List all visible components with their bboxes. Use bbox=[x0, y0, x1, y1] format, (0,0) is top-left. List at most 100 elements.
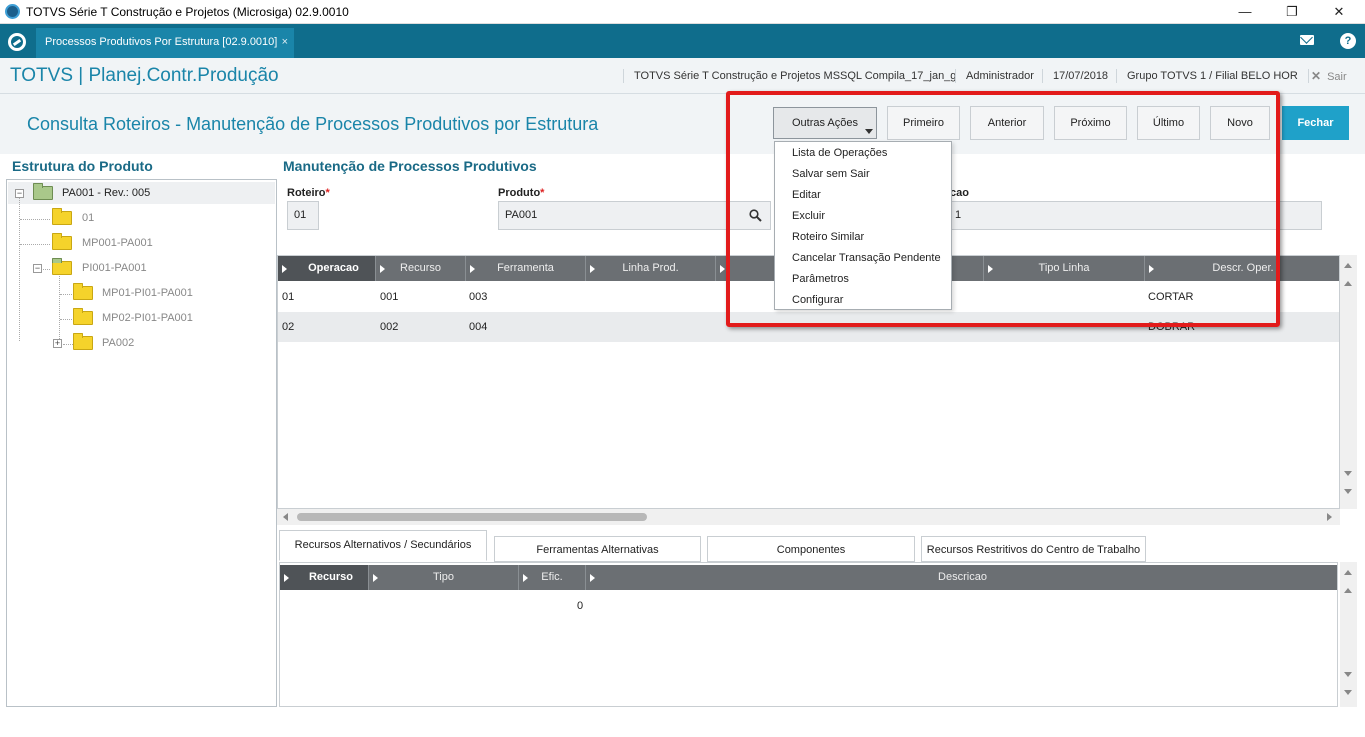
col-linha-prod[interactable]: Linha Prod. bbox=[586, 256, 716, 281]
restore-button[interactable]: ❐ bbox=[1272, 2, 1312, 22]
tree-node-label: PA001 - Rev.: 005 bbox=[62, 187, 151, 199]
tab-strip: Processos Produtivos Por Estrutura [02.9… bbox=[0, 24, 1365, 58]
col-label: Descricao bbox=[938, 571, 987, 583]
fechar-button[interactable]: Fechar bbox=[1282, 106, 1349, 140]
col-recurso[interactable]: Recurso bbox=[376, 256, 466, 281]
scroll-down-icon[interactable] bbox=[1344, 672, 1352, 677]
module-header: TOTVS | Planej.Contr.Produção TOTVS Séri… bbox=[0, 58, 1365, 94]
col-descricao[interactable]: Descricao bbox=[586, 565, 1337, 590]
date-info: 17/07/2018 bbox=[1042, 69, 1118, 83]
tree-title: Estrutura do Produto bbox=[12, 158, 153, 174]
produto-label-text: Produto bbox=[498, 187, 541, 199]
tree-node-label: MP02-PI01-PA001 bbox=[102, 312, 193, 324]
col-operacao[interactable]: Operacao bbox=[278, 256, 376, 281]
tree-collapse-toggle[interactable]: − bbox=[33, 264, 42, 273]
minimize-button[interactable]: — bbox=[1225, 2, 1265, 22]
module-name: TOTVS | Planej.Contr.Produção bbox=[10, 65, 279, 86]
maint-title: Manutenção de Processos Produtivos bbox=[283, 158, 537, 174]
col-label: Operacao bbox=[308, 262, 359, 274]
scroll-top-icon[interactable] bbox=[1344, 570, 1352, 575]
roteiro-label: Roteiro* bbox=[287, 187, 330, 199]
alt-resources-grid[interactable]: Recurso Tipo Efic. Descricao 0 bbox=[279, 562, 1338, 707]
cell-operacao: 01 bbox=[282, 291, 295, 303]
tree-node[interactable]: MP02-PI01-PA001 bbox=[73, 308, 243, 327]
col-label: Efic. bbox=[541, 571, 563, 583]
mail-icon[interactable] bbox=[1300, 35, 1314, 45]
cell-ferramenta: 003 bbox=[469, 291, 488, 303]
sort-arrow-icon bbox=[284, 574, 289, 582]
folder-icon bbox=[73, 283, 93, 300]
close-window-button[interactable]: ✕ bbox=[1319, 2, 1359, 22]
scroll-up-icon[interactable] bbox=[1344, 588, 1352, 593]
col-ferramenta[interactable]: Ferramenta bbox=[466, 256, 586, 281]
scroll-up-icon[interactable] bbox=[1344, 281, 1352, 286]
operations-grid-vscroll[interactable] bbox=[1340, 255, 1357, 509]
tree-guide bbox=[59, 276, 60, 345]
col-recurso[interactable]: Recurso bbox=[280, 565, 369, 590]
scroll-left-icon[interactable] bbox=[283, 513, 288, 521]
tab-processos-produtivos[interactable]: Processos Produtivos Por Estrutura [02.9… bbox=[36, 28, 294, 58]
sort-arrow-icon bbox=[720, 265, 725, 273]
alt-grid-vscroll[interactable] bbox=[1340, 562, 1357, 707]
required-mark: * bbox=[540, 187, 545, 199]
folder-icon bbox=[52, 233, 72, 250]
tree-node-label: MP001-PA001 bbox=[82, 237, 153, 249]
scroll-down-icon[interactable] bbox=[1344, 471, 1352, 476]
tree-collapse-toggle[interactable]: − bbox=[15, 189, 24, 198]
folder-icon bbox=[52, 208, 72, 225]
sort-arrow-icon bbox=[380, 265, 385, 273]
help-icon[interactable]: ? bbox=[1340, 33, 1356, 49]
sort-arrow-icon bbox=[470, 265, 475, 273]
tree-node-label: PI001-PA001 bbox=[82, 262, 147, 274]
scroll-bottom-icon[interactable] bbox=[1344, 489, 1352, 494]
produto-value: PA001 bbox=[505, 209, 538, 221]
hscroll-thumb[interactable] bbox=[297, 513, 647, 521]
structure-tree[interactable]: − PA001 - Rev.: 005 01 MP001-PA001 − PI0… bbox=[6, 179, 277, 707]
tab-recursos-restritivos[interactable]: Recursos Restritivos do Centro de Trabal… bbox=[921, 536, 1146, 562]
col-label: Recurso bbox=[400, 262, 441, 274]
tree-guide bbox=[63, 344, 73, 345]
scroll-bottom-icon[interactable] bbox=[1344, 690, 1352, 695]
folder-icon bbox=[73, 308, 93, 325]
operations-grid-hscroll[interactable] bbox=[277, 509, 1340, 525]
tree-node[interactable]: MP001-PA001 bbox=[52, 233, 202, 252]
exit-icon: ✕ bbox=[1311, 69, 1322, 83]
cell-efic: 0 bbox=[577, 600, 584, 612]
folder-icon bbox=[73, 333, 93, 350]
tree-node[interactable]: PI001-PA001 bbox=[52, 258, 202, 277]
window-title: TOTVS Série T Construção e Projetos (Mic… bbox=[26, 5, 349, 19]
tab-close-icon[interactable]: × bbox=[282, 28, 288, 56]
col-efic[interactable]: Efic. bbox=[519, 565, 586, 590]
tree-node[interactable]: MP01-PI01-PA001 bbox=[73, 283, 243, 302]
window-titlebar: TOTVS Série T Construção e Projetos (Mic… bbox=[0, 0, 1365, 24]
col-label: Recurso bbox=[308, 571, 354, 583]
cell-operacao: 02 bbox=[282, 321, 295, 333]
tree-node-label: PA002 bbox=[102, 337, 135, 349]
roteiro-field[interactable]: 01 bbox=[287, 201, 319, 230]
tree-node[interactable]: PA002 bbox=[73, 333, 243, 352]
table-row[interactable]: 0 bbox=[280, 591, 1337, 621]
product-structure-panel: Estrutura do Produto − PA001 - Rev.: 005… bbox=[6, 155, 277, 707]
scroll-right-icon[interactable] bbox=[1327, 513, 1332, 521]
sort-arrow-icon bbox=[373, 574, 378, 582]
scroll-top-icon[interactable] bbox=[1344, 263, 1352, 268]
cell-ferramenta: 004 bbox=[469, 321, 488, 333]
col-label: Ferramenta bbox=[497, 262, 554, 274]
exit-button[interactable]: ✕ Sair bbox=[1311, 69, 1347, 83]
tree-node-label: 01 bbox=[82, 212, 95, 224]
col-label: Linha Prod. bbox=[622, 262, 679, 274]
totvs-logo-icon[interactable] bbox=[8, 33, 26, 51]
roteiro-label-text: Roteiro bbox=[287, 187, 326, 199]
col-tipo[interactable]: Tipo bbox=[369, 565, 519, 590]
environment-info: TOTVS Série T Construção e Projetos MSSQ… bbox=[623, 69, 966, 83]
tab-ferramentas-alternativas[interactable]: Ferramentas Alternativas bbox=[494, 536, 701, 562]
tree-guide bbox=[20, 244, 50, 245]
alt-grid-header: Recurso Tipo Efic. Descricao bbox=[280, 565, 1337, 590]
tree-node[interactable]: 01 bbox=[52, 208, 202, 227]
app-icon bbox=[5, 4, 20, 19]
tab-componentes[interactable]: Componentes bbox=[707, 536, 915, 562]
required-mark: * bbox=[325, 187, 330, 199]
tree-node-root[interactable]: PA001 - Rev.: 005 bbox=[33, 183, 233, 202]
tree-expand-toggle[interactable]: + bbox=[53, 339, 62, 348]
tab-recursos-alternativos[interactable]: Recursos Alternativos / Secundários bbox=[279, 530, 487, 561]
